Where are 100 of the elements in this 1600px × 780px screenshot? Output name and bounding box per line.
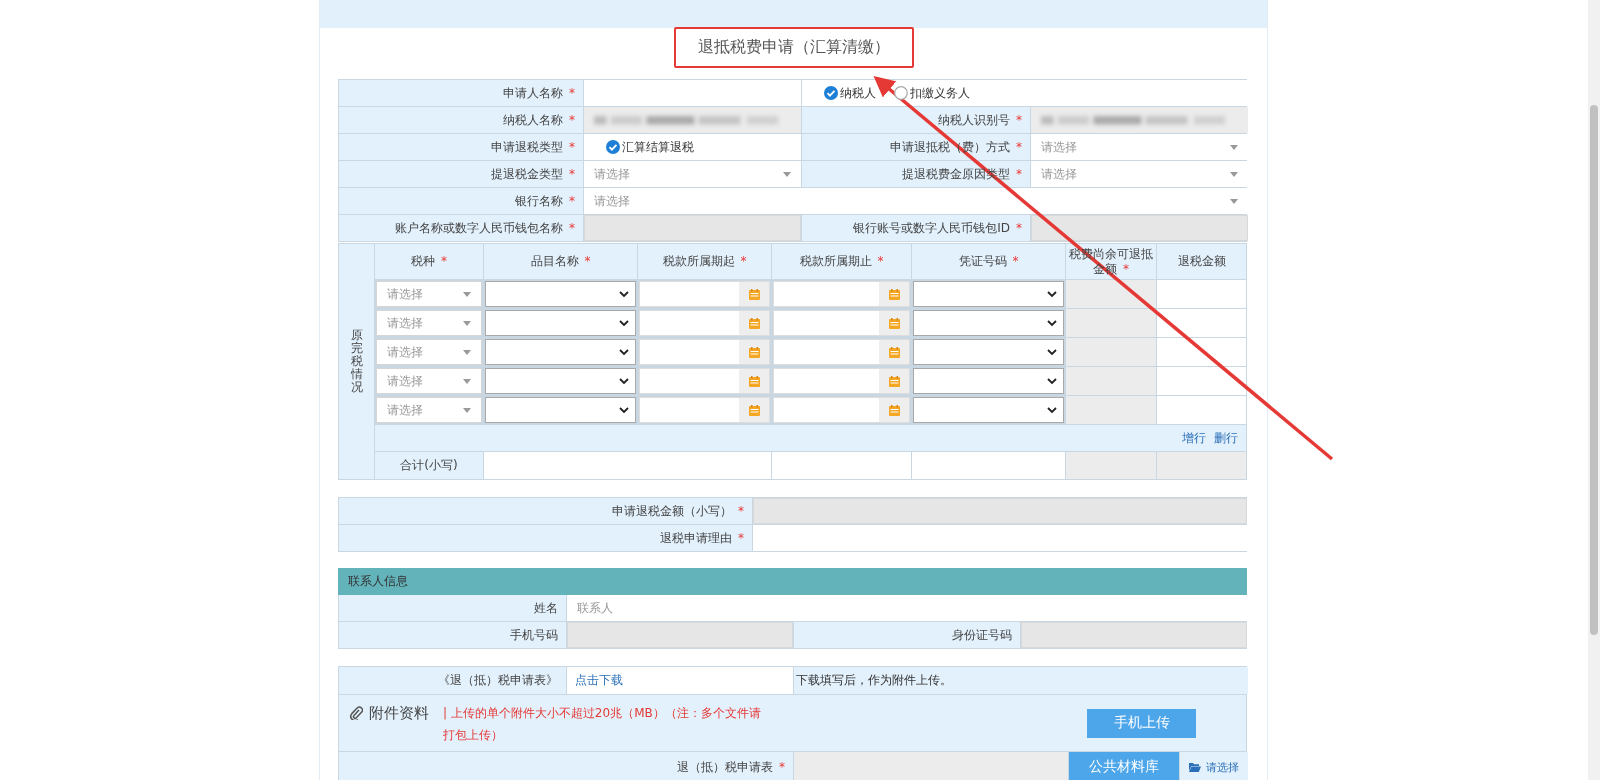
dropdown-field[interactable] (913, 310, 1064, 336)
caret-icon (463, 378, 471, 384)
calendar-icon[interactable] (748, 404, 760, 416)
paperclip-icon (349, 706, 363, 720)
field-label: 《退（抵）税申请表》 (438, 672, 558, 689)
dropdown-field[interactable]: 请选择 (584, 161, 801, 187)
scrollbar-thumb[interactable] (1590, 105, 1598, 635)
caret-icon (463, 407, 471, 413)
dropdown-field[interactable] (485, 339, 636, 365)
section-header: 联系人信息 (338, 568, 1247, 595)
scrollbar[interactable] (1588, 0, 1600, 780)
text-field[interactable] (1157, 280, 1246, 308)
dropdown-field[interactable]: 请选择 (1031, 134, 1248, 160)
dropdown-field[interactable] (485, 310, 636, 336)
text-field[interactable] (484, 452, 771, 479)
warning-text: | 上传的单个附件大小不超过20兆（MB）（注：多个文件请打包上传） (443, 705, 762, 744)
form-title: 退抵税费申请（汇算清缴） (697, 37, 890, 56)
field-label: 退（抵）税申请表 * (677, 758, 785, 776)
text-field[interactable] (1157, 367, 1246, 395)
dropdown-field[interactable] (913, 397, 1064, 423)
chevron-down-icon (1047, 406, 1057, 414)
date-field[interactable] (639, 339, 770, 365)
chevron-down-icon (1047, 319, 1057, 327)
date-field[interactable] (639, 368, 770, 394)
field-label: 申请退税金额（小写） * (612, 502, 744, 520)
date-field[interactable] (773, 368, 910, 394)
choose-button[interactable]: 请选择 (1180, 752, 1248, 780)
field-label: 纳税人识别号 * (938, 111, 1022, 129)
text-field[interactable] (912, 452, 1065, 479)
section-label: 原完税情况 (350, 328, 363, 395)
calendar-icon[interactable] (888, 375, 900, 387)
dropdown-field[interactable]: 请选择 (1031, 161, 1248, 187)
dropdown-field[interactable] (485, 397, 636, 423)
caret-icon (1230, 144, 1238, 150)
dropdown-field[interactable]: 请选择 (376, 339, 482, 365)
field-label: 提退税金类型 * (491, 165, 575, 183)
caret-icon (1230, 198, 1238, 204)
folder-icon (1189, 762, 1201, 772)
radio-option[interactable]: 扣缴义务人 (894, 84, 970, 102)
caret-icon (463, 349, 471, 355)
date-field[interactable] (773, 397, 910, 423)
dropdown-field[interactable] (913, 368, 1064, 394)
calendar-icon[interactable] (888, 288, 900, 300)
action-link[interactable]: 删行 (1214, 429, 1238, 447)
date-field[interactable] (773, 339, 910, 365)
dropdown-field[interactable]: 请选择 (376, 310, 482, 336)
text-field[interactable] (772, 452, 911, 479)
library-button[interactable]: 公共材料库 (1069, 752, 1179, 780)
column-header: 税款所属期止 * (799, 254, 884, 269)
field-label: 账户名称或数字人民币钱包名称 * (395, 219, 575, 237)
field-label: 申请人名称 * (503, 84, 575, 102)
calendar-icon[interactable] (888, 346, 900, 358)
date-field[interactable] (773, 310, 910, 336)
date-field[interactable] (773, 281, 910, 307)
dropdown-field[interactable] (913, 339, 1064, 365)
section-title: 附件资料 (369, 703, 429, 724)
action-link[interactable]: 增行 (1182, 429, 1206, 447)
calendar-icon[interactable] (748, 317, 760, 329)
date-field[interactable] (639, 310, 770, 336)
date-field[interactable] (639, 281, 770, 307)
field-label: 手机号码 (510, 626, 558, 644)
column-header: 税款所属期起 * (662, 254, 747, 269)
calendar-icon[interactable] (888, 404, 900, 416)
calendar-icon[interactable] (748, 288, 760, 300)
dropdown-field[interactable]: 请选择 (376, 368, 482, 394)
hint-text: 下载填写后，作为附件上传。 (796, 672, 952, 689)
text-field[interactable] (1157, 396, 1246, 424)
field-label: 银行账号或数字人民币钱包ID * (853, 219, 1022, 237)
download-link[interactable]: 点击下载 (575, 672, 623, 689)
chevron-down-icon (1047, 348, 1057, 356)
dropdown-field[interactable]: 请选择 (376, 281, 482, 307)
chevron-down-icon (619, 290, 629, 298)
radio-option[interactable]: 纳税人 (824, 84, 876, 102)
caret-icon (783, 171, 791, 177)
chevron-down-icon (619, 348, 629, 356)
date-field[interactable] (639, 397, 770, 423)
chevron-down-icon (619, 377, 629, 385)
dropdown-field[interactable] (485, 368, 636, 394)
calendar-icon[interactable] (748, 375, 760, 387)
dropdown-field[interactable] (913, 281, 1064, 307)
field-label: 身份证号码 (952, 626, 1012, 644)
caret-icon (463, 291, 471, 297)
field-label: 纳税人名称 * (503, 111, 575, 129)
column-header: 退税金额 (1177, 254, 1226, 269)
column-header: 品目名称 * (530, 254, 591, 269)
field-label: 姓名 (534, 599, 558, 617)
field-label: 申请退抵税（费）方式 * (890, 138, 1022, 156)
calendar-icon[interactable] (888, 317, 900, 329)
dropdown-field[interactable] (485, 281, 636, 307)
field-label: 申请退税类型 * (491, 138, 575, 156)
field-label: 退税申请理由 * (660, 529, 744, 547)
dropdown-field[interactable]: 请选择 (376, 397, 482, 423)
text-field[interactable] (1157, 338, 1246, 366)
column-header: 税种 * (411, 254, 447, 269)
upload-button[interactable]: 手机上传 (1087, 708, 1196, 738)
calendar-icon[interactable] (748, 346, 760, 358)
chevron-down-icon (1047, 290, 1057, 298)
text-field[interactable] (1157, 309, 1246, 337)
chevron-down-icon (1047, 377, 1057, 385)
dropdown-field[interactable]: 请选择 (584, 188, 1248, 214)
